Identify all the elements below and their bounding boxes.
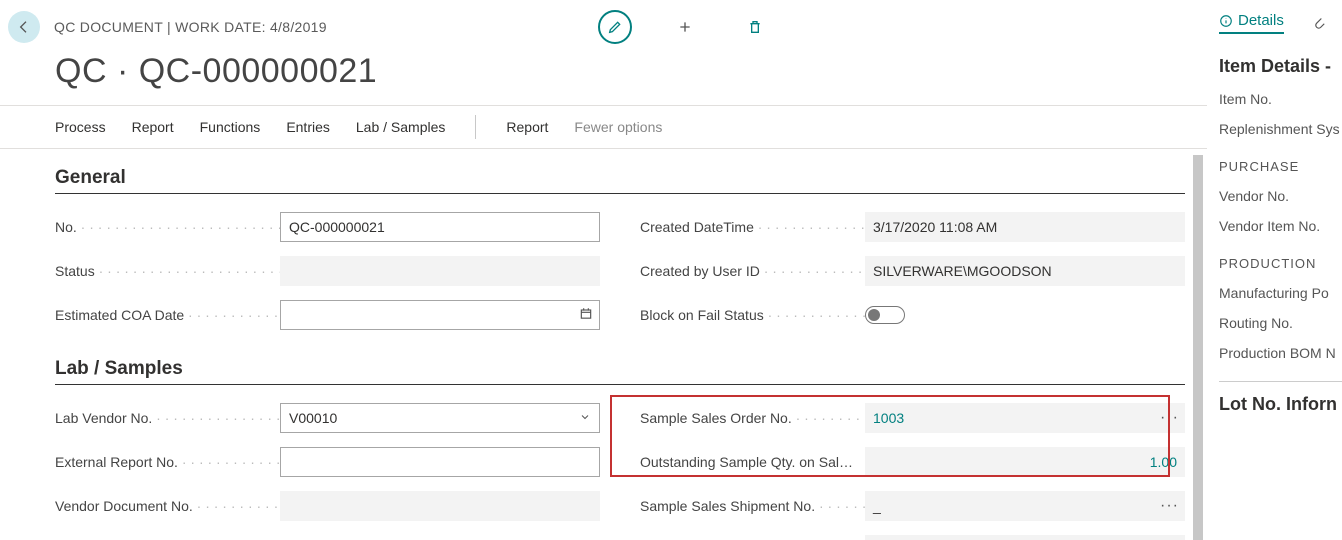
side-item-no-label: Item No. xyxy=(1219,91,1342,107)
label-outstanding-sample-qty: Outstanding Sample Qty. on Sal… xyxy=(640,454,865,470)
production-subheading: PRODUCTION xyxy=(1219,256,1342,271)
back-button[interactable] xyxy=(8,11,40,43)
label-no: No. xyxy=(55,219,280,235)
field-status xyxy=(280,256,600,286)
ribbon-entries[interactable]: Entries xyxy=(286,119,330,135)
general-section-title[interactable]: General xyxy=(55,167,1185,194)
field-outstanding-sample-qty[interactable]: 1.00 xyxy=(865,447,1185,477)
arrow-left-icon xyxy=(16,19,32,35)
label-status: Status xyxy=(55,263,280,279)
page-title: QC · QC-000000021 xyxy=(0,44,1207,105)
side-vendor-no-label: Vendor No. xyxy=(1219,188,1342,204)
input-lab-vendor-no[interactable]: V00010 xyxy=(280,403,600,433)
more-dots-button[interactable]: ··· xyxy=(1160,497,1179,515)
more-dots-button[interactable]: ··· xyxy=(1160,409,1179,427)
side-mfg-po-label: Manufacturing Po xyxy=(1219,285,1342,301)
pencil-icon xyxy=(607,19,623,35)
toggle-block-on-fail[interactable] xyxy=(865,306,905,324)
field-sample-sales-order-no[interactable]: 1003 ··· xyxy=(865,403,1185,433)
lab-section-title[interactable]: Lab / Samples xyxy=(55,358,1185,385)
calendar-icon[interactable] xyxy=(579,307,593,324)
breadcrumb: QC DOCUMENT | WORK DATE: 4/8/2019 xyxy=(54,19,598,35)
chevron-down-icon[interactable] xyxy=(579,410,591,426)
toggle-knob-icon xyxy=(868,309,880,321)
label-created-datetime: Created DateTime xyxy=(640,219,865,235)
purchase-subheading: PURCHASE xyxy=(1219,159,1342,174)
details-tab[interactable]: Details xyxy=(1219,12,1284,34)
field-created-datetime: 3/17/2020 11:08 AM xyxy=(865,212,1185,242)
label-external-report-no: External Report No. xyxy=(55,454,280,470)
side-vendor-item-no-label: Vendor Item No. xyxy=(1219,218,1342,234)
info-icon xyxy=(1219,14,1233,28)
plus-icon xyxy=(677,19,693,35)
divider xyxy=(475,115,476,139)
side-replenishment-label: Replenishment Sys xyxy=(1219,121,1342,137)
label-block-on-fail: Block on Fail Status xyxy=(640,307,865,323)
field-created-by: SILVERWARE\MGOODSON xyxy=(865,256,1185,286)
field-sample-sales-shipment-no[interactable]: _ ··· xyxy=(865,491,1185,521)
divider xyxy=(1219,381,1342,382)
ribbon-lab-samples[interactable]: Lab / Samples xyxy=(356,119,446,135)
label-est-coa-date: Estimated COA Date xyxy=(55,307,280,323)
command-bar: Process Report Functions Entries Lab / S… xyxy=(0,105,1207,149)
ribbon-process[interactable]: Process xyxy=(55,119,106,135)
side-prod-bom-label: Production BOM N xyxy=(1219,345,1342,361)
label-vendor-document-no: Vendor Document No. xyxy=(55,498,280,514)
item-details-heading: Item Details - xyxy=(1219,56,1342,77)
input-no[interactable]: QC-000000021 xyxy=(280,212,600,242)
lot-no-info-heading: Lot No. Inforn xyxy=(1219,394,1342,415)
ribbon-report-1[interactable]: Report xyxy=(132,119,174,135)
label-sample-sales-order-no: Sample Sales Order No. xyxy=(640,410,865,426)
label-created-by: Created by User ID xyxy=(640,263,865,279)
ribbon-report-2[interactable]: Report xyxy=(506,119,548,135)
edit-button[interactable] xyxy=(598,10,632,44)
new-button[interactable] xyxy=(668,10,702,44)
delete-button[interactable] xyxy=(738,10,772,44)
paperclip-icon xyxy=(1312,13,1326,31)
field-sample-sales-invoice-no xyxy=(865,535,1185,540)
attachments-button[interactable] xyxy=(1312,13,1326,34)
trash-icon xyxy=(747,19,763,35)
ribbon-functions[interactable]: Functions xyxy=(200,119,261,135)
ribbon-fewer-options[interactable]: Fewer options xyxy=(574,119,662,135)
label-lab-vendor-no: Lab Vendor No. xyxy=(55,410,280,426)
input-external-report-no[interactable] xyxy=(280,447,600,477)
label-sample-sales-shipment-no: Sample Sales Shipment No. xyxy=(640,498,865,514)
field-vendor-document-no xyxy=(280,491,600,521)
input-est-coa-date[interactable] xyxy=(280,300,600,330)
scrollbar[interactable] xyxy=(1193,155,1203,540)
side-routing-no-label: Routing No. xyxy=(1219,315,1342,331)
